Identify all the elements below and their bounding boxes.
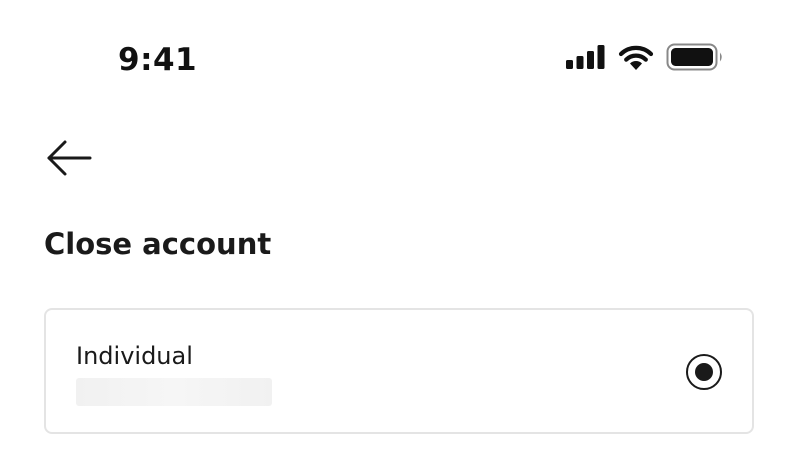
cellular-signal-icon [566, 44, 606, 74]
redacted-account-detail [76, 378, 272, 406]
battery-icon [666, 43, 724, 76]
status-time: 9:41 [118, 42, 198, 78]
status-icons [566, 43, 724, 76]
back-arrow-icon [44, 138, 92, 183]
page-title: Close account [44, 227, 272, 261]
radio-selected-icon[interactable] [686, 354, 722, 390]
wifi-icon [618, 44, 654, 75]
close-account-screen: 9:41 Close account Individual [0, 0, 800, 450]
account-option-individual[interactable]: Individual [44, 308, 754, 434]
back-button[interactable] [44, 138, 96, 182]
radio-dot [695, 363, 713, 381]
account-type-label: Individual [76, 342, 193, 370]
